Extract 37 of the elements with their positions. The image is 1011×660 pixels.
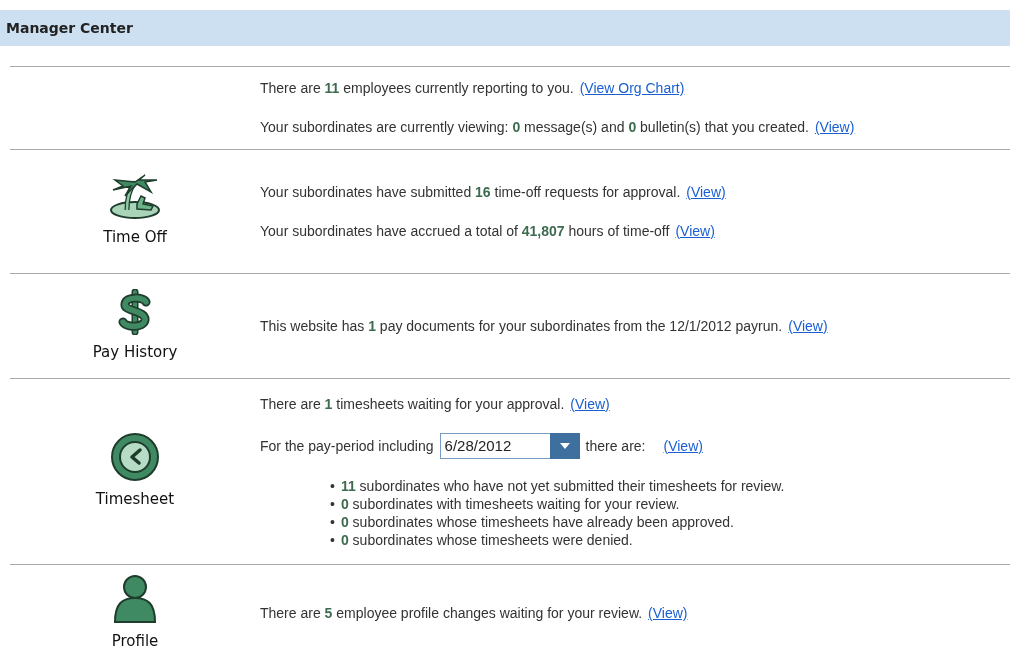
section-label: Time Off [103,227,167,249]
info-text: For the pay-period including [260,436,434,456]
caret-icon [558,442,571,450]
section-label: Timesheet [95,489,175,511]
view-link[interactable]: (View) [788,315,828,337]
bullet-text: 0 subordinates with timesheets waiting for your review. [340,495,680,513]
info-text: there are: [585,436,646,456]
palm-tree-icon [109,174,161,221]
info-text: Your subordinates have submitted 16 time-off requests for approval. [260,182,681,202]
bullet: • [330,513,335,531]
bullet-text: 11 subordinates who have not yet submitted their timesheets for review. [340,477,785,495]
info-text: Your subordinates have accrued a total of 41,807 hours of time-off [260,221,670,241]
view-link[interactable]: (View) [663,435,703,457]
clock-icon [110,432,160,483]
view-link[interactable]: (View) [648,603,688,624]
view-link[interactable]: (View) [686,181,726,203]
bullet: • [330,495,335,513]
view-link[interactable]: (View) [570,394,610,415]
bullet-text: 0 subordinates whose timesheets were denied. [340,531,633,549]
person-icon [112,574,158,625]
info-text: There are 11 employees currently reporting to you. [260,79,574,98]
view-link[interactable]: (View) [675,220,715,242]
info-text: Your subordinates are currently viewing: 0 message(s) and 0 bulletin(s) that you created. [260,118,809,137]
bullet-text: 0 subordinates whose timesheets have already been approved. [340,513,734,531]
dropdown-button[interactable] [549,433,580,459]
info-text: There are 1 timesheets waiting for your approval. [260,395,565,414]
info-text: This website has 1 pay documents for your subordinates from the 12/1/2012 payrun. [260,316,783,336]
dollar-sign-icon [118,288,152,335]
page-title: Manager Center [6,18,133,38]
view-link[interactable]: (View) [814,117,855,138]
bullet: • [330,531,335,549]
view-link[interactable]: (View Org Chart) [579,78,685,99]
section-label: Profile [111,631,159,653]
bullet: • [330,477,335,495]
info-text: There are 5 employee profile changes waiting for your review. [260,604,643,623]
section-label: Pay History [92,341,178,363]
date-field[interactable]: 6/28/2012 [439,433,550,459]
